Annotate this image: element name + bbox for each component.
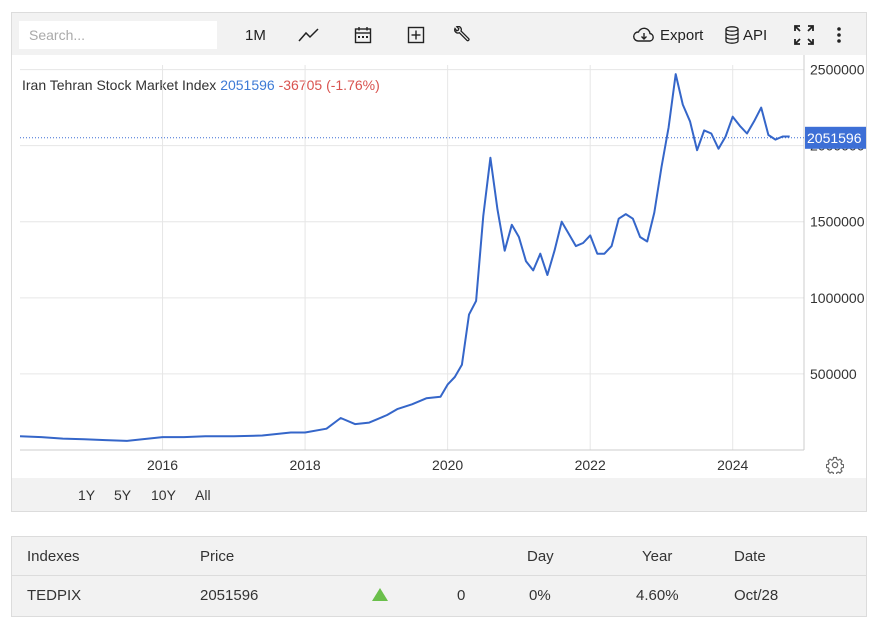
header-indexes: Indexes xyxy=(27,548,80,565)
chart-settings-button[interactable] xyxy=(825,456,845,479)
header-price: Price xyxy=(200,548,235,565)
y-tick-label: 2500000 xyxy=(810,62,865,78)
export-button[interactable]: Export xyxy=(632,21,703,49)
export-label: Export xyxy=(660,26,704,44)
cell-index[interactable]: TEDPIX xyxy=(27,587,81,604)
chart-type-button[interactable] xyxy=(298,21,320,49)
more-vertical-icon xyxy=(837,27,841,43)
gear-icon xyxy=(825,456,845,476)
cell-day: 0% xyxy=(529,587,551,604)
header-date: Date xyxy=(734,548,766,565)
plus-box-icon xyxy=(407,26,425,44)
api-button[interactable]: API xyxy=(725,21,767,49)
range-10y-button[interactable]: 10Y xyxy=(151,487,176,503)
line-chart-icon xyxy=(298,28,319,42)
database-icon xyxy=(725,26,739,44)
x-tick-label: 2020 xyxy=(432,457,463,473)
index-table: Indexes Price Day Year Date TEDPIX 20515… xyxy=(11,536,867,617)
search-input[interactable] xyxy=(19,21,217,49)
x-tick-label: 2016 xyxy=(147,457,178,473)
interval-button[interactable]: 1M xyxy=(245,21,266,49)
cloud-download-icon xyxy=(633,27,654,42)
range-all-button[interactable]: All xyxy=(195,487,211,503)
chart-toolbar: 1M Export API xyxy=(12,13,866,55)
api-label: API xyxy=(743,26,768,44)
cell-date: Oct/28 xyxy=(734,587,779,604)
up-arrow-icon xyxy=(372,588,388,605)
x-tick-label: 2018 xyxy=(290,457,321,473)
range-selector: 1Y 5Y 10Y All xyxy=(12,478,866,511)
chart-plot: 5000001000000150000020000002500000201620… xyxy=(19,55,866,473)
add-indicator-button[interactable] xyxy=(407,21,425,49)
y-tick-label: 500000 xyxy=(810,366,857,382)
interval-label: 1M xyxy=(245,26,266,44)
header-year: Year xyxy=(642,548,673,565)
range-1y-button[interactable]: 1Y xyxy=(78,487,95,503)
cell-change: 0 xyxy=(457,587,466,604)
calendar-icon xyxy=(354,27,372,44)
fullscreen-icon xyxy=(794,25,814,45)
tools-button[interactable] xyxy=(452,21,470,49)
header-day: Day xyxy=(527,548,554,565)
x-tick-label: 2022 xyxy=(575,457,606,473)
y-tick-label: 1500000 xyxy=(810,214,865,230)
cell-year: 4.60% xyxy=(636,587,679,604)
table-row[interactable]: TEDPIX 2051596 0 0% 4.60% Oct/28 xyxy=(12,576,866,616)
table-header-row: Indexes Price Day Year Date xyxy=(12,537,866,576)
date-range-button[interactable] xyxy=(354,21,372,49)
y-tick-label: 1000000 xyxy=(810,290,865,306)
last-value-label: 2051596 xyxy=(807,130,862,146)
range-5y-button[interactable]: 5Y xyxy=(114,487,131,503)
x-tick-label: 2024 xyxy=(717,457,748,473)
series-line xyxy=(19,73,790,442)
wrench-icon xyxy=(454,26,470,42)
fullscreen-button[interactable] xyxy=(794,21,814,49)
chart-panel: 1M Export API Iran Tehran Stock Mark xyxy=(11,12,867,512)
more-menu-button[interactable] xyxy=(836,21,842,49)
cell-price: 2051596 xyxy=(200,587,259,604)
